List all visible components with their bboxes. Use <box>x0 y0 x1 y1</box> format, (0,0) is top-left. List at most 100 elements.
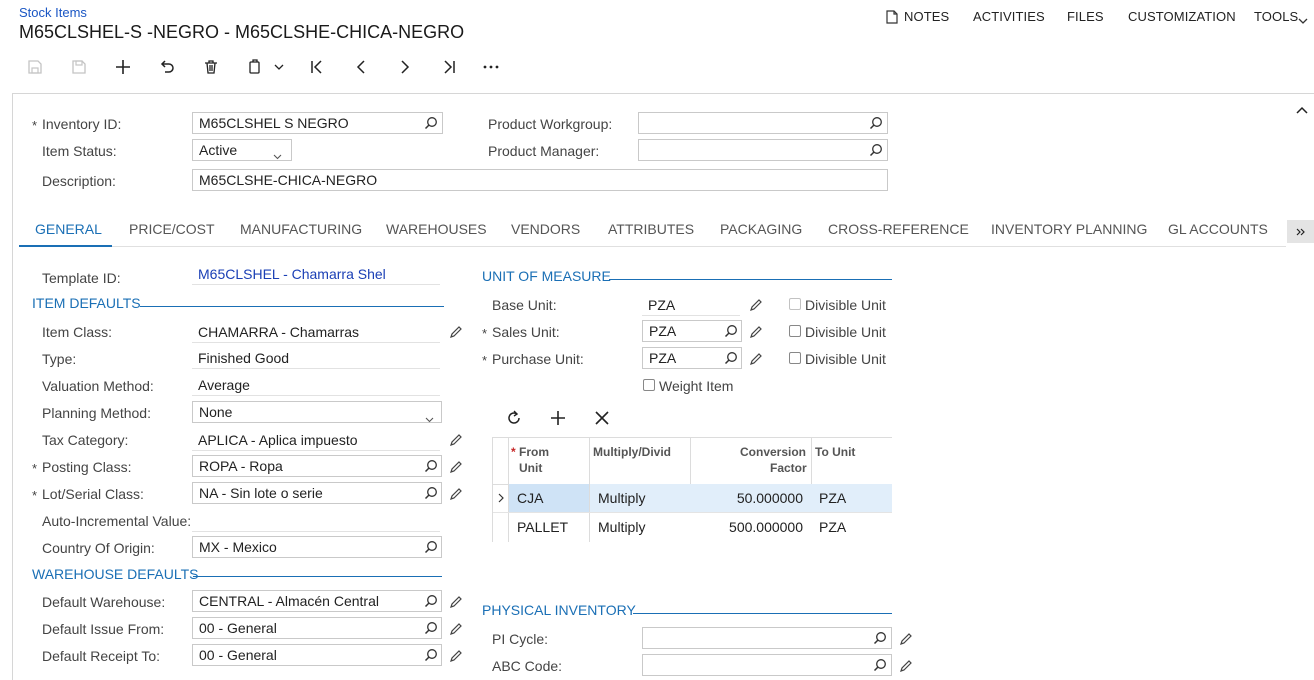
tab-cross-reference[interactable]: CROSS-REFERENCE <box>828 221 969 237</box>
tab-warehouses[interactable]: WAREHOUSES <box>386 221 487 237</box>
pencil-icon[interactable] <box>449 460 463 477</box>
chevron-down-icon[interactable] <box>425 410 434 426</box>
search-icon[interactable] <box>424 486 438 503</box>
search-icon[interactable] <box>424 621 438 638</box>
sales-divisible-checkbox[interactable] <box>789 325 801 337</box>
tab-inventory-planning[interactable]: INVENTORY PLANNING <box>991 221 1147 237</box>
refresh-icon[interactable] <box>506 410 522 429</box>
template-id-link[interactable]: M65CLSHEL - Chamarra Shel <box>192 263 440 285</box>
pencil-icon[interactable] <box>749 352 763 369</box>
search-icon[interactable] <box>424 648 438 665</box>
pencil-icon[interactable] <box>449 433 463 450</box>
pencil-icon[interactable] <box>449 649 463 666</box>
abc-code-input[interactable] <box>642 654 892 676</box>
search-icon[interactable] <box>869 143 883 160</box>
required-mark: * <box>32 488 38 503</box>
default-warehouse-input[interactable]: CENTRAL - Almacén Central <box>192 590 442 612</box>
item-defaults-title: ITEM DEFAULTS <box>32 295 141 311</box>
search-icon[interactable] <box>424 459 438 476</box>
chevron-down-icon[interactable] <box>273 147 282 163</box>
inventory-id-input[interactable]: M65CLSHEL S NEGRO <box>192 112 443 134</box>
product-manager-input[interactable] <box>638 139 888 161</box>
posting-class-input[interactable]: ROPA - Ropa <box>192 455 442 477</box>
lot-serial-class-input[interactable]: NA - Sin lote o serie <box>192 482 442 504</box>
tab-packaging[interactable]: PACKAGING <box>720 221 802 237</box>
delete-icon[interactable] <box>198 54 224 80</box>
tab-general[interactable]: GENERAL <box>35 221 102 237</box>
pencil-icon[interactable] <box>749 325 763 342</box>
tools-menu[interactable]: TOOLS <box>1254 9 1298 24</box>
description-input[interactable]: M65CLSHE-CHICA-NEGRO <box>192 169 888 191</box>
activities-menu[interactable]: ACTIVITIES <box>973 9 1045 24</box>
pencil-icon[interactable] <box>749 298 763 315</box>
search-icon[interactable] <box>724 351 738 368</box>
save-icon[interactable] <box>66 54 92 80</box>
cell-multiply[interactable]: Multiply <box>598 519 645 535</box>
section-divider <box>609 279 892 280</box>
country-of-origin-input[interactable]: MX - Mexico <box>192 536 442 558</box>
table-row[interactable]: PALLET Multiply 500.000000 PZA <box>493 513 892 542</box>
pencil-icon[interactable] <box>899 659 913 676</box>
default-issue-from-input[interactable]: 00 - General <box>192 617 442 639</box>
chevron-down-icon[interactable] <box>266 54 292 80</box>
cell-from-unit[interactable]: CJA <box>517 490 543 506</box>
purchase-divisible-checkbox[interactable] <box>789 352 801 364</box>
undo-icon[interactable] <box>154 54 180 80</box>
weight-item-checkbox[interactable] <box>643 379 655 391</box>
tab-vendors[interactable]: VENDORS <box>511 221 580 237</box>
first-record-icon[interactable] <box>304 54 330 80</box>
cell-to-unit[interactable]: PZA <box>819 490 846 506</box>
search-icon[interactable] <box>424 594 438 611</box>
default-receipt-to-input[interactable]: 00 - General <box>192 644 442 666</box>
pi-cycle-input[interactable] <box>642 627 892 649</box>
planning-method-select[interactable]: None <box>192 401 442 423</box>
collapse-icon[interactable] <box>1296 101 1308 117</box>
more-icon[interactable] <box>478 54 504 80</box>
customization-menu[interactable]: CUSTOMIZATION <box>1128 9 1236 24</box>
cell-conversion-factor[interactable]: 50.000000 <box>708 490 803 506</box>
tab-attributes[interactable]: ATTRIBUTES <box>608 221 694 237</box>
breadcrumb[interactable]: Stock Items <box>19 5 87 20</box>
search-icon[interactable] <box>424 540 438 557</box>
table-row[interactable]: CJA Multiply 50.000000 PZA <box>493 484 892 513</box>
search-icon[interactable] <box>873 631 887 648</box>
previous-record-icon[interactable] <box>348 54 374 80</box>
pencil-icon[interactable] <box>449 325 463 342</box>
grid-header-from-unit-2[interactable]: Unit <box>519 461 542 475</box>
notes-icon[interactable] <box>886 10 898 27</box>
more-tabs-button[interactable] <box>1287 220 1314 243</box>
delete-row-icon[interactable] <box>595 411 609 428</box>
sales-unit-label: Sales Unit: <box>492 324 560 340</box>
copy-paste-icon[interactable] <box>242 54 268 80</box>
pencil-icon[interactable] <box>449 595 463 612</box>
tab-price-cost[interactable]: PRICE/COST <box>129 221 215 237</box>
search-icon[interactable] <box>424 116 438 133</box>
search-icon[interactable] <box>724 324 738 341</box>
grid-header-to-unit[interactable]: To Unit <box>815 445 855 459</box>
tab-gl-accounts[interactable]: GL ACCOUNTS <box>1168 221 1268 237</box>
cell-from-unit[interactable]: PALLET <box>517 519 568 535</box>
pencil-icon[interactable] <box>449 622 463 639</box>
product-workgroup-input[interactable] <box>638 112 888 134</box>
next-record-icon[interactable] <box>392 54 418 80</box>
grid-header-conversion-1[interactable]: Conversion <box>740 445 806 459</box>
cell-conversion-factor[interactable]: 500.000000 <box>708 519 803 535</box>
add-row-icon[interactable] <box>550 410 566 429</box>
grid-header-from-unit-1[interactable]: From <box>519 445 549 459</box>
add-icon[interactable] <box>110 54 136 80</box>
last-record-icon[interactable] <box>436 54 462 80</box>
notes-menu[interactable]: NOTES <box>904 9 949 24</box>
cell-to-unit[interactable]: PZA <box>819 519 846 535</box>
tab-manufacturing[interactable]: MANUFACTURING <box>240 221 362 237</box>
cell-multiply[interactable]: Multiply <box>598 490 645 506</box>
grid-header-conversion-2[interactable]: Factor <box>770 461 807 475</box>
files-menu[interactable]: FILES <box>1067 9 1104 24</box>
pencil-icon[interactable] <box>449 487 463 504</box>
grid-header-multiply[interactable]: Multiply/Divid <box>593 445 671 459</box>
search-icon[interactable] <box>873 658 887 675</box>
pencil-icon[interactable] <box>899 632 913 649</box>
chevron-down-icon[interactable] <box>1298 12 1308 28</box>
base-divisible-checkbox[interactable] <box>789 298 801 310</box>
save-close-icon[interactable] <box>22 54 48 80</box>
search-icon[interactable] <box>869 116 883 133</box>
